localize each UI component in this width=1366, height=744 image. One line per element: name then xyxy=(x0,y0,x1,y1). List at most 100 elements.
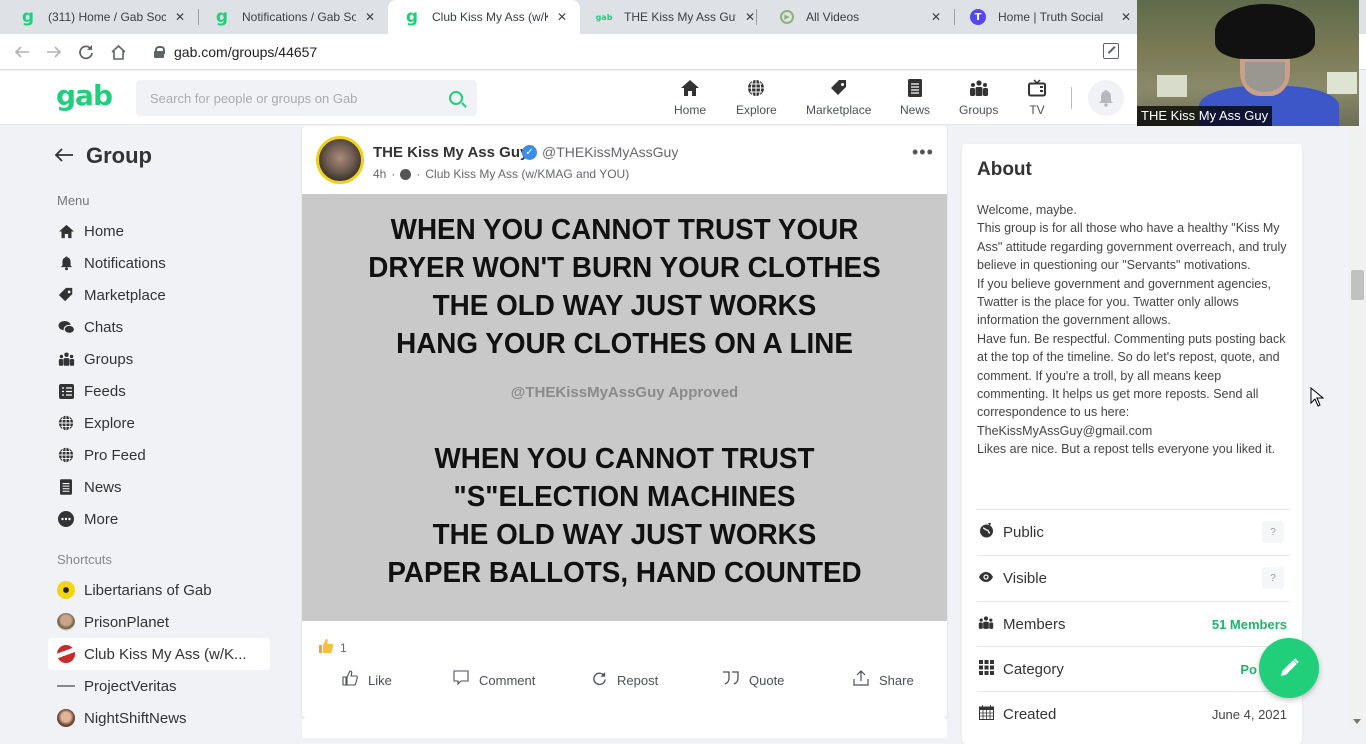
url-bar[interactable]: gab.com/groups/44657 xyxy=(140,38,1130,66)
nav-tv[interactable]: TV xyxy=(1028,77,1046,117)
back-arrow-icon[interactable] xyxy=(54,145,78,168)
page-scrollbar[interactable] xyxy=(1349,126,1366,728)
sidebar-item-news[interactable]: News xyxy=(57,473,277,501)
group-icon xyxy=(57,350,75,368)
shortcut-label: PrisonPlanet xyxy=(84,613,170,631)
post-image[interactable]: WHEN YOU CANNOT TRUST YOUR DRYER WON'T B… xyxy=(302,194,947,621)
help-badge[interactable]: ? xyxy=(1262,567,1284,589)
help-badge[interactable]: ? xyxy=(1262,521,1284,543)
calendar-icon xyxy=(977,704,995,724)
globe-icon xyxy=(977,522,995,542)
shortcut-item[interactable]: PrisonPlanet xyxy=(48,606,270,638)
nav-explore[interactable]: Explore xyxy=(736,77,777,117)
author-handle[interactable]: @THEKissMyAssGuy xyxy=(542,144,678,160)
tab-separator xyxy=(756,9,757,25)
meme-line: "S"ELECTION MACHINES xyxy=(453,481,796,513)
menu-heading: Menu xyxy=(57,193,90,208)
arrow-left-icon xyxy=(14,46,29,58)
author-name[interactable]: THE Kiss My Ass Guy xyxy=(373,144,528,161)
quote-button[interactable]: Quote xyxy=(722,666,784,694)
category-link[interactable]: Po xyxy=(1240,662,1257,677)
meme-line: DRYER WON'T BURN YOUR CLOTHES xyxy=(368,252,881,284)
close-icon[interactable]: ✕ xyxy=(928,10,944,24)
nav-label: Explore xyxy=(736,103,777,117)
reaction-summary[interactable]: 1 xyxy=(318,638,347,658)
shortcut-label: Club Kiss My Ass (w/K... xyxy=(84,645,247,663)
shortcut-item[interactable]: Libertarians of Gab xyxy=(48,574,270,606)
shortcut-item-active[interactable]: Club Kiss My Ass (w/K... xyxy=(48,638,270,670)
reload-button[interactable] xyxy=(74,40,98,64)
close-icon[interactable]: ✕ xyxy=(172,10,188,24)
sidebar-item-feeds[interactable]: Feeds xyxy=(57,377,277,405)
action-label: Comment xyxy=(479,672,536,688)
webcam-person xyxy=(1245,62,1285,92)
sidebar-item-label: More xyxy=(84,510,119,528)
author-avatar[interactable] xyxy=(316,136,364,184)
back-button[interactable] xyxy=(10,40,34,64)
meme-line: WHEN YOU CANNOT TRUST YOUR xyxy=(390,214,859,246)
post-group-link[interactable]: Club Kiss My Ass (w/KMAG and YOU) xyxy=(425,167,629,181)
info-label: Members xyxy=(1003,615,1066,633)
pencil-icon xyxy=(1281,658,1299,676)
info-label: Public xyxy=(1003,523,1044,541)
sidebar-item-label: Notifications xyxy=(84,254,166,272)
home-button[interactable] xyxy=(106,40,130,64)
gab-logo[interactable]: gab xyxy=(56,79,113,112)
members-link[interactable]: 51 Members xyxy=(1212,617,1287,632)
group-avatar xyxy=(57,581,75,599)
browser-tab-active[interactable]: g Club Kiss My Ass (w/KMAG and YOU) ✕ xyxy=(388,0,580,34)
sidebar-item-chats[interactable]: Chats xyxy=(57,313,277,341)
info-label: Created xyxy=(1003,705,1057,723)
compose-button[interactable] xyxy=(1259,638,1319,698)
repost-button[interactable]: Repost xyxy=(592,666,658,694)
search-box[interactable] xyxy=(136,80,477,116)
share-button[interactable]: Share xyxy=(853,666,914,694)
browser-tab[interactable]: T Home | Truth Social ✕ xyxy=(954,0,1144,34)
nav-label: Groups xyxy=(959,103,999,117)
quote-icon xyxy=(722,671,739,689)
sidebar-item-groups[interactable]: Groups xyxy=(57,345,277,373)
arrow-right-icon xyxy=(47,46,62,58)
browser-tab[interactable]: gab THE Kiss My Ass Guy | Gab ✕ xyxy=(580,0,768,34)
nav-home[interactable]: Home xyxy=(674,77,706,117)
post-meta: 4h · · Club Kiss My Ass (w/KMAG and YOU) xyxy=(373,167,629,181)
more-options-icon[interactable]: ••• xyxy=(912,142,934,163)
nav-news[interactable]: News xyxy=(900,77,930,117)
divider xyxy=(977,555,1290,556)
browser-tab[interactable]: g (311) Home / Gab Social ✕ xyxy=(4,0,198,34)
shortcut-item[interactable]: ProjectVeritas xyxy=(48,670,270,702)
divider xyxy=(977,691,1290,692)
sidebar-item-marketplace[interactable]: Marketplace xyxy=(57,281,277,309)
tab-title: (311) Home / Gab Social xyxy=(48,10,166,24)
close-icon[interactable]: ✕ xyxy=(362,10,378,24)
like-button[interactable]: Like xyxy=(342,666,392,694)
post-time[interactable]: 4h xyxy=(373,167,386,181)
sidebar-item-notifications[interactable]: Notifications xyxy=(57,249,277,277)
scrollbar-thumb[interactable] xyxy=(1351,270,1364,300)
comment-button[interactable]: Comment xyxy=(453,666,535,694)
close-icon[interactable]: ✕ xyxy=(554,10,570,24)
open-external-icon[interactable] xyxy=(1103,43,1119,59)
about-title: About xyxy=(977,159,1032,180)
sidebar-item-more[interactable]: More xyxy=(57,505,277,533)
webcam-background xyxy=(1327,72,1357,94)
close-icon[interactable]: ✕ xyxy=(1118,10,1134,24)
shortcut-item[interactable]: NightShiftNews xyxy=(48,702,270,734)
nav-groups[interactable]: Groups xyxy=(959,77,998,117)
search-input[interactable] xyxy=(150,90,449,106)
sidebar-item-home[interactable]: Home xyxy=(57,217,277,245)
meme-line: WHEN YOU CANNOT TRUST xyxy=(434,443,815,475)
browser-tab[interactable]: ▶ All Videos ✕ xyxy=(764,0,954,34)
sidebar-item-pro-feed[interactable]: Pro Feed xyxy=(57,441,277,469)
tag-icon xyxy=(830,77,848,99)
browser-tab[interactable]: g Notifications / Gab Social ✕ xyxy=(198,0,388,34)
search-icon[interactable] xyxy=(449,91,463,105)
forward-button[interactable] xyxy=(42,40,66,64)
gab-g-icon: g xyxy=(215,7,229,27)
sidebar-item-explore[interactable]: Explore xyxy=(57,409,277,437)
scroll-down-arrow-icon[interactable] xyxy=(1353,719,1361,724)
notifications-button[interactable] xyxy=(1088,80,1124,116)
comment-icon xyxy=(453,670,469,690)
home-icon xyxy=(57,222,75,240)
nav-marketplace[interactable]: Marketplace xyxy=(806,77,871,117)
